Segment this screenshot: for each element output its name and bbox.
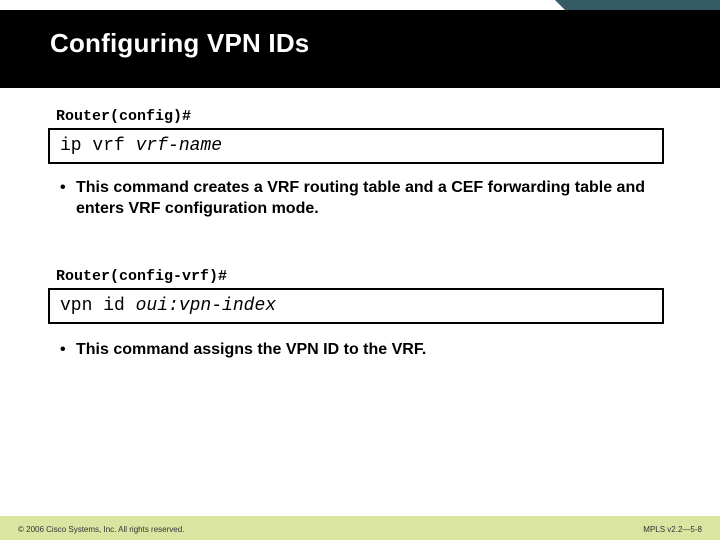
command-arg: vrf-name [136,136,222,156]
command-box-ip-vrf: ip vrf vrf-name [48,128,664,164]
prompt-config-vrf: Router(config-vrf)# [56,268,227,285]
slide-title: Configuring VPN IDs [50,28,309,59]
slide: Configuring VPN IDs Router(config)# ip v… [0,0,720,540]
title-bar: Configuring VPN IDs [0,10,720,88]
footer-copyright: © 2006 Cisco Systems, Inc. All rights re… [18,525,184,534]
footer-ref: MPLS v2.2—5-8 [643,525,702,534]
prompt-config: Router(config)# [56,108,191,125]
footer: © 2006 Cisco Systems, Inc. All rights re… [0,516,720,540]
command-arg: oui:vpn-index [136,296,276,316]
bullet-item: This command creates a VRF routing table… [60,178,680,220]
command-box-vpn-id: vpn id oui:vpn-index [48,288,664,324]
bullet-item: This command assigns the VPN ID to the V… [60,340,680,361]
description-block-1: This command creates a VRF routing table… [60,178,680,220]
description-block-2: This command assigns the VPN ID to the V… [60,340,680,361]
command-text: vpn id [60,296,136,316]
command-text: ip vrf [60,136,136,156]
